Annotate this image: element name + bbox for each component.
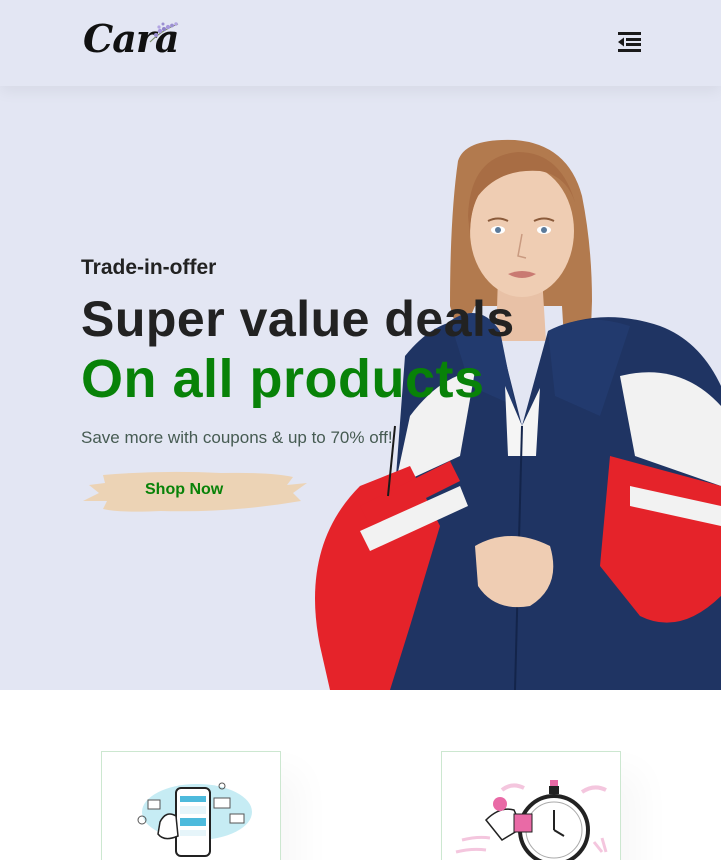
hero-kicker: Trade-in-offer — [81, 256, 217, 279]
site-header: Cara — [0, 0, 721, 86]
menu-button[interactable] — [618, 31, 642, 53]
menu-icon — [618, 32, 641, 52]
fast-delivery-icon — [455, 780, 608, 860]
hero-headline: Super value deals — [81, 291, 515, 347]
lavender-sprig-icon — [149, 22, 179, 43]
hero-subheadline: On all products — [81, 349, 485, 409]
hero-tagline: Save more with coupons & up to 70% off! — [81, 428, 393, 447]
online-payment-icon — [137, 782, 252, 857]
hero-banner: Trade-in-offer Super value deals On all … — [0, 86, 721, 690]
feature-card-delivery[interactable] — [441, 751, 621, 860]
shop-now-button[interactable]: Shop Now — [81, 469, 311, 515]
features-section — [0, 690, 721, 860]
feature-card-payment[interactable] — [101, 751, 281, 860]
shop-now-label: Shop Now — [145, 481, 224, 498]
